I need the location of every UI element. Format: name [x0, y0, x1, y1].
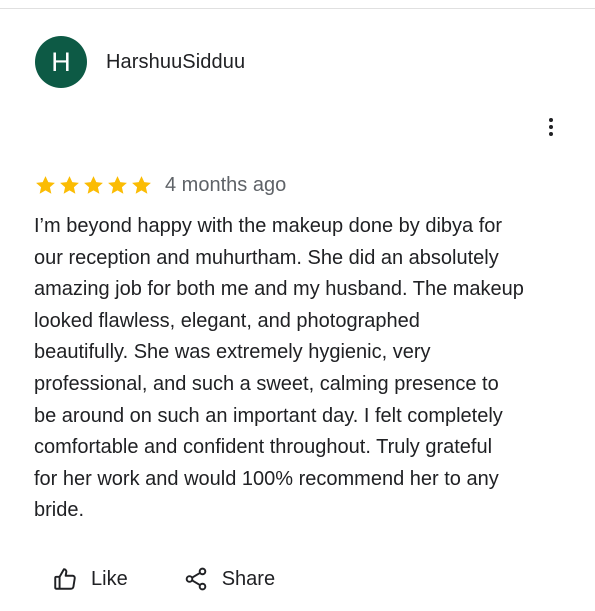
- review-time: 4 months ago: [165, 174, 287, 196]
- review-text-line: looked flawless, elegant, and photograph…: [34, 309, 420, 332]
- review-header: H HarshuuSidduu: [35, 36, 245, 88]
- review-text-line: professional, and such a sweet, calming …: [34, 372, 499, 395]
- like-label: Like: [91, 567, 128, 590]
- rating-row: 4 months ago: [34, 174, 286, 197]
- star-icon: [60, 176, 79, 194]
- review-text-line: I’m beyond happy with the makeup done by…: [34, 215, 503, 237]
- review-text-line: bride.: [34, 499, 85, 522]
- share-button[interactable]: Share: [183, 566, 275, 592]
- star-icon: [132, 176, 151, 194]
- more-vert-icon: [549, 118, 553, 122]
- avatar[interactable]: H: [35, 36, 87, 88]
- thumb-up-icon: [54, 568, 76, 590]
- top-divider: [0, 8, 595, 9]
- more-options-button[interactable]: [536, 112, 566, 142]
- review-text: I’m beyond happy with the makeup done by…: [34, 211, 579, 527]
- reviewer-name[interactable]: HarshuuSidduu: [106, 51, 245, 74]
- review-actions: Like Share: [52, 566, 275, 592]
- share-label: Share: [221, 567, 276, 590]
- review-text-line: beautifully. She was extremely hygienic,…: [34, 341, 431, 364]
- review-text-line: for her work and would 100% recommend he…: [34, 467, 499, 490]
- review-text-line: our reception and muhurtham. She did an …: [34, 246, 499, 269]
- review-text-line: comfortable and confident throughout. Tr…: [34, 436, 493, 459]
- share-icon: [185, 567, 206, 591]
- more-vert-icon-dot: [549, 132, 553, 136]
- review-text-line: be around on such an important day. I fe…: [34, 404, 503, 427]
- like-button[interactable]: Like: [52, 566, 128, 592]
- star-icon: [84, 176, 103, 194]
- star-rating: [34, 174, 153, 197]
- star-icon: [36, 176, 55, 194]
- review-text-line: amazing job for both me and my husband. …: [34, 278, 524, 301]
- star-icon: [108, 176, 127, 194]
- more-vert-icon-dot: [549, 125, 553, 129]
